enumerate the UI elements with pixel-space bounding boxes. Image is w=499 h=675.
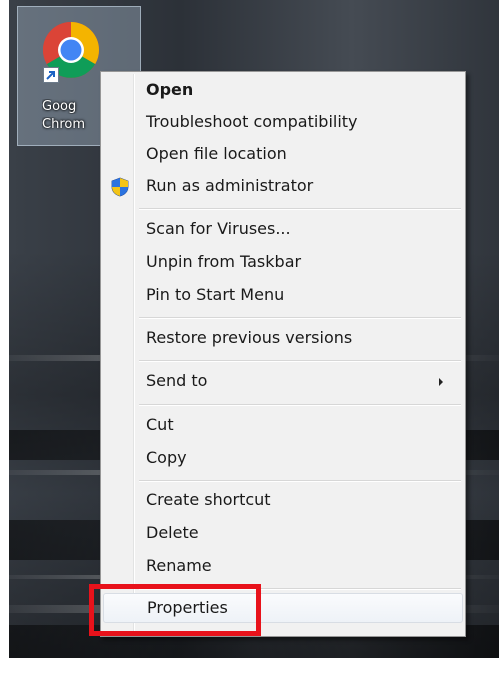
menu-item-cut[interactable]: Cut [103, 411, 463, 441]
menu-separator [139, 317, 461, 319]
uac-shield-icon [111, 177, 129, 197]
menu-item-run-as-administrator[interactable]: Run as administrator [103, 172, 463, 202]
menu-item-open[interactable]: Open [103, 76, 463, 106]
menu-item-label: Open file location [146, 144, 287, 163]
menu-item-create-shortcut[interactable]: Create shortcut [103, 486, 463, 516]
desktop-background: Goog Chrom Open Troubleshoot compatibili… [9, 0, 499, 658]
menu-item-label: Rename [146, 556, 212, 575]
menu-item-label: Troubleshoot compatibility [146, 112, 358, 131]
menu-item-label: Send to [146, 371, 208, 390]
menu-item-unpin-from-taskbar[interactable]: Unpin from Taskbar [103, 248, 463, 278]
menu-item-send-to[interactable]: Send to [103, 367, 463, 397]
desktop-icon-label: Goog [42, 99, 77, 114]
menu-separator [139, 208, 461, 210]
desktop-icon-label: Chrom [42, 117, 85, 132]
menu-item-label: Unpin from Taskbar [146, 252, 302, 271]
submenu-arrow-icon [439, 378, 443, 386]
menu-item-label: Cut [146, 415, 174, 434]
menu-item-troubleshoot-compatibility[interactable]: Troubleshoot compatibility [103, 108, 463, 138]
highlight-annotation [89, 584, 261, 636]
menu-separator [139, 480, 461, 482]
menu-separator [139, 360, 461, 362]
menu-item-scan-for-viruses[interactable]: Scan for Viruses... [103, 215, 463, 245]
menu-item-delete[interactable]: Delete [103, 519, 463, 549]
context-menu: Open Troubleshoot compatibility Open fil… [100, 71, 466, 637]
menu-item-label: Scan for Viruses... [146, 219, 291, 238]
menu-item-label: Create shortcut [146, 490, 271, 509]
shortcut-arrow-icon [43, 67, 59, 83]
menu-item-label: Run as administrator [146, 176, 314, 195]
menu-item-rename[interactable]: Rename [103, 552, 463, 582]
menu-item-restore-previous-versions[interactable]: Restore previous versions [103, 324, 463, 354]
menu-item-label: Copy [146, 448, 187, 467]
menu-item-label: Restore previous versions [146, 328, 353, 347]
menu-item-label: Delete [146, 523, 199, 542]
menu-item-open-file-location[interactable]: Open file location [103, 140, 463, 170]
menu-item-pin-to-start-menu[interactable]: Pin to Start Menu [103, 281, 463, 311]
menu-item-copy[interactable]: Copy [103, 444, 463, 474]
menu-item-label: Open [146, 80, 194, 99]
menu-item-label: Pin to Start Menu [146, 285, 285, 304]
menu-separator [139, 404, 461, 406]
